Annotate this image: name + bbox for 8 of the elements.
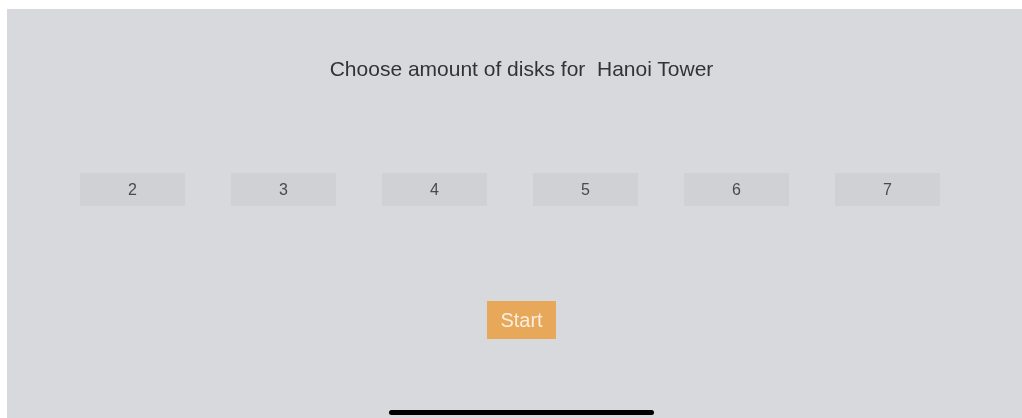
disk-count-button[interactable]: 6 <box>684 173 789 206</box>
disk-count-button[interactable]: 4 <box>382 173 487 206</box>
disk-count-button[interactable]: 7 <box>835 173 940 206</box>
disk-count-button[interactable]: 2 <box>80 173 185 206</box>
disk-count-button[interactable]: 5 <box>533 173 638 206</box>
screen-title: Choose amount of disks for Hanoi Tower <box>328 57 715 81</box>
home-indicator[interactable] <box>389 410 654 415</box>
disk-count-button[interactable]: 3 <box>231 173 336 206</box>
